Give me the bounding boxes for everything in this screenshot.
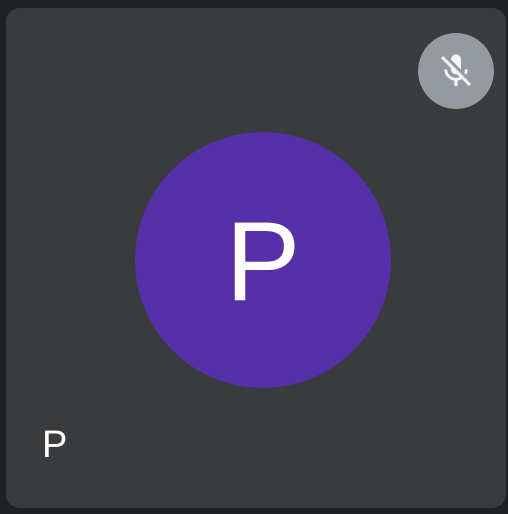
avatar: P [135,132,391,388]
mic-off-icon [418,33,494,109]
participant-name: P [42,424,68,466]
participant-tile[interactable]: P P [6,8,506,508]
mic-off-icon-glyph [441,54,471,86]
avatar-initial: P [225,199,301,324]
